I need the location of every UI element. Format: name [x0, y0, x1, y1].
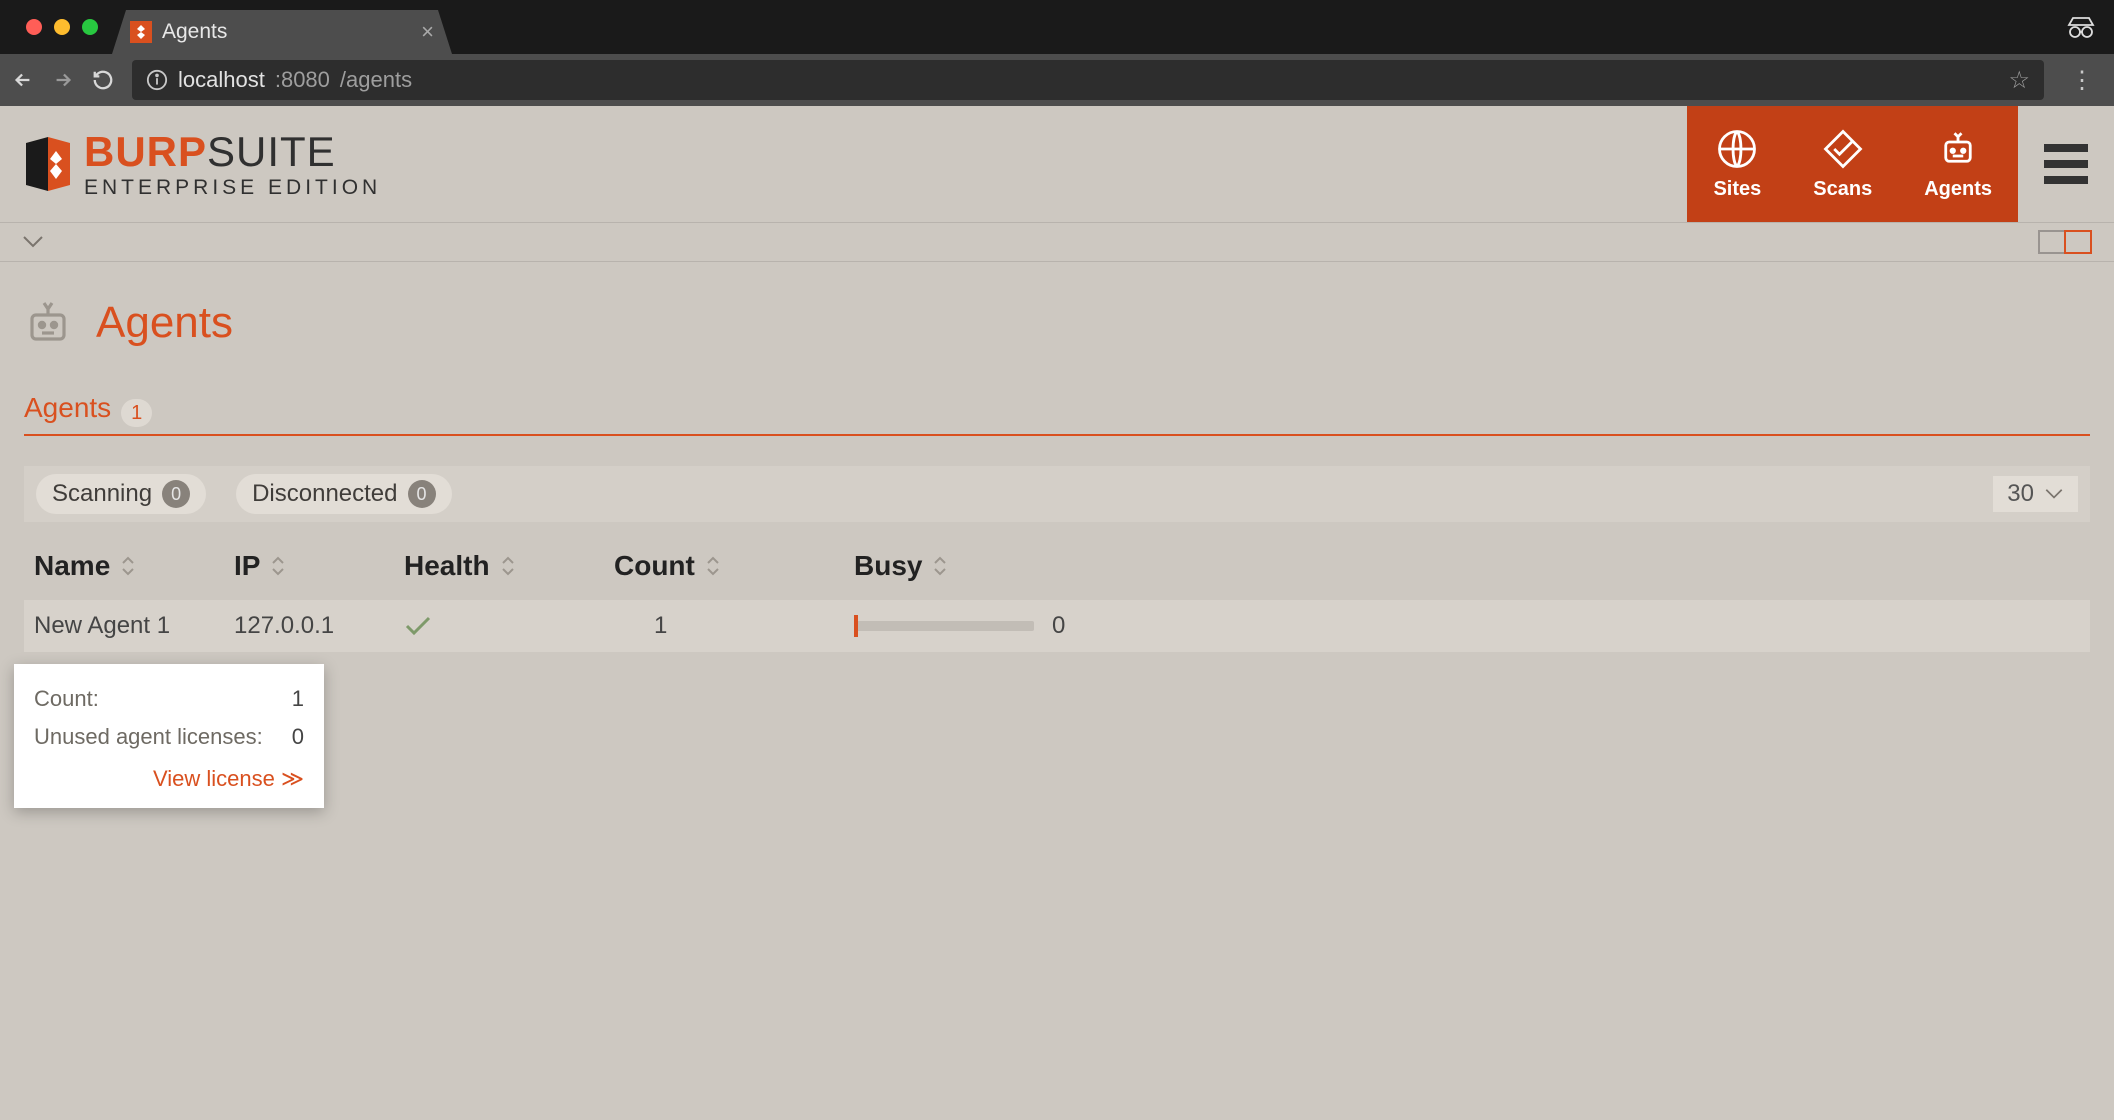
th-health-label: Health	[404, 550, 490, 582]
th-ip[interactable]: IP	[234, 550, 404, 582]
brand-logo[interactable]: BURPSUITE ENTERPRISE EDITION	[0, 106, 407, 222]
incognito-icon	[2066, 15, 2096, 39]
count-label: Count:	[34, 686, 99, 712]
license-popover: Count: 1 Unused agent licenses: 0 View l…	[14, 664, 324, 808]
bookmark-icon[interactable]: ☆	[2008, 66, 2030, 95]
filter-scanning-count: 0	[162, 480, 190, 508]
filter-scanning-label: Scanning	[52, 480, 152, 508]
brand-burp: BURP	[84, 128, 207, 175]
check-icon	[404, 615, 614, 637]
robot-icon	[24, 299, 72, 347]
nav-sites[interactable]: Sites	[1687, 106, 1787, 222]
window-controls[interactable]	[12, 19, 112, 35]
url-host: localhost	[178, 67, 265, 93]
sort-icon	[120, 556, 136, 576]
top-nav: Sites Scans Agents	[1687, 106, 2018, 222]
layout-left-icon[interactable]	[2038, 230, 2066, 254]
tab-agents[interactable]: Agents	[24, 392, 111, 434]
url-path: /agents	[340, 67, 412, 93]
browser-toolbar: localhost :8080/agents ☆ ⋮	[0, 54, 2114, 106]
tab-bar: Agents ×	[0, 0, 2114, 54]
busy-progress-indicator	[854, 615, 858, 637]
nav-agents-label: Agents	[1924, 178, 1992, 201]
site-info-icon[interactable]	[146, 69, 168, 91]
th-count-label: Count	[614, 550, 695, 582]
filter-disconnected-label: Disconnected	[252, 480, 397, 508]
busy-progress-bar	[854, 621, 1034, 631]
cell-busy: 0	[854, 612, 2080, 640]
section-tabs: Agents 1	[24, 392, 2090, 436]
view-license-link[interactable]: View license ≫	[153, 766, 304, 791]
cell-name: New Agent 1	[34, 612, 234, 640]
th-count[interactable]: Count	[614, 550, 854, 582]
chevron-right-icon: ≫	[281, 766, 304, 791]
url-port: :8080	[275, 67, 330, 93]
page-content: Agents Agents 1 Scanning 0 Disconnected …	[0, 262, 2114, 652]
page-size-selector[interactable]: 30	[1993, 476, 2078, 512]
nav-sites-label: Sites	[1713, 178, 1761, 201]
th-health[interactable]: Health	[404, 550, 614, 582]
th-busy-label: Busy	[854, 550, 922, 582]
back-button[interactable]	[12, 69, 34, 91]
subbar	[0, 222, 2114, 262]
nav-agents[interactable]: Agents	[1898, 106, 2018, 222]
busy-value: 0	[1052, 612, 1065, 640]
burp-logo-icon	[26, 137, 70, 191]
address-bar[interactable]: localhost :8080/agents ☆	[132, 60, 2044, 100]
sort-icon	[932, 556, 948, 576]
layout-right-icon[interactable]	[2064, 230, 2092, 254]
filter-disconnected[interactable]: Disconnected 0	[236, 474, 451, 514]
brand-text: BURPSUITE ENTERPRISE EDITION	[84, 131, 381, 198]
cell-count: 1	[614, 612, 854, 640]
cell-health	[404, 615, 614, 637]
browser-tab[interactable]: Agents ×	[112, 10, 452, 54]
close-window-icon[interactable]	[26, 19, 42, 35]
filter-disconnected-count: 0	[408, 480, 436, 508]
th-name[interactable]: Name	[34, 550, 234, 582]
chevron-down-icon	[2044, 488, 2064, 500]
nav-scans-label: Scans	[1813, 178, 1872, 201]
brand-subtitle: ENTERPRISE EDITION	[84, 177, 381, 198]
brand-suite: SUITE	[207, 128, 336, 175]
table-header: Name IP Health Count Busy	[24, 522, 2090, 600]
page-title-row: Agents	[24, 298, 2090, 348]
count-value: 1	[292, 686, 304, 712]
maximize-window-icon[interactable]	[82, 19, 98, 35]
th-name-label: Name	[34, 550, 110, 582]
reload-button[interactable]	[92, 69, 114, 91]
unused-value: 0	[292, 724, 304, 750]
tab-title: Agents	[162, 20, 227, 44]
sort-icon	[500, 556, 516, 576]
cell-ip: 127.0.0.1	[234, 612, 404, 640]
browser-chrome: Agents × localhost :8080/agents ☆	[0, 0, 2114, 106]
page-title: Agents	[96, 298, 233, 348]
favicon-icon	[130, 21, 152, 43]
filter-scanning[interactable]: Scanning 0	[36, 474, 206, 514]
view-license-label: View license	[153, 766, 275, 791]
forward-button[interactable]	[52, 69, 74, 91]
hamburger-menu[interactable]	[2018, 106, 2114, 222]
minimize-window-icon[interactable]	[54, 19, 70, 35]
agents-count-badge: 1	[121, 399, 152, 427]
sort-icon	[270, 556, 286, 576]
table-row[interactable]: New Agent 1 127.0.0.1 1 0	[24, 600, 2090, 652]
layout-toggle[interactable]	[2040, 230, 2092, 254]
app-header: BURPSUITE ENTERPRISE EDITION Sites Scans…	[0, 106, 2114, 222]
sort-icon	[705, 556, 721, 576]
page-size-value: 30	[2007, 480, 2034, 508]
th-ip-label: IP	[234, 550, 260, 582]
browser-menu-icon[interactable]: ⋮	[2062, 66, 2102, 95]
filter-bar: Scanning 0 Disconnected 0 30	[24, 466, 2090, 522]
close-tab-icon[interactable]: ×	[421, 19, 434, 45]
unused-label: Unused agent licenses:	[34, 724, 263, 750]
expand-dropdown-icon[interactable]	[22, 235, 44, 249]
nav-scans[interactable]: Scans	[1787, 106, 1898, 222]
th-busy[interactable]: Busy	[854, 550, 2080, 582]
